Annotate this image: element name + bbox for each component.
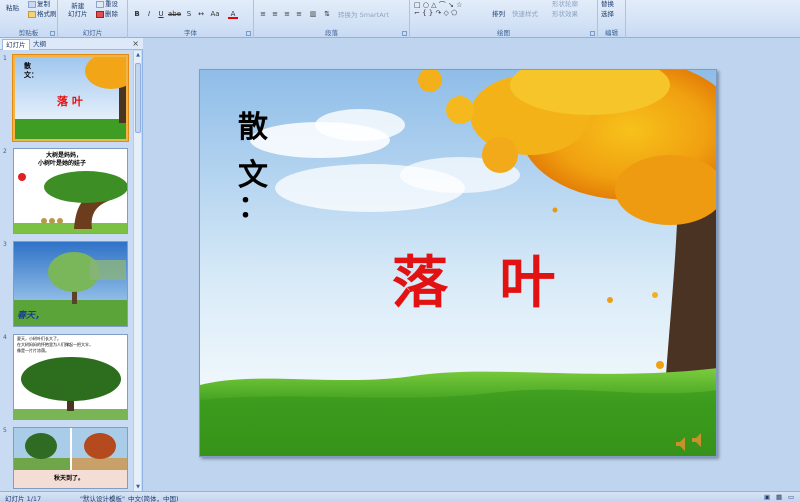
reset-icon [96,0,104,8]
font-color-button[interactable]: A [228,9,238,19]
delete-icon [96,10,104,18]
view-sorter-icon[interactable]: ▦ [776,493,782,501]
clipboard-group: 粘贴 复制 格式刷 剪贴板 [0,0,58,38]
convert-smartart-button[interactable]: 转换为 SmartArt [338,9,389,19]
select-button[interactable]: 选择 [601,8,614,18]
columns-button[interactable]: ▥ [308,9,318,19]
brush-icon [28,10,36,18]
drawing-launcher[interactable] [590,31,595,36]
align-right-button[interactable]: ≡ [282,9,292,19]
scroll-up-icon[interactable]: ▲ [134,51,142,59]
italic-button[interactable]: I [144,9,154,19]
slide-number: 2 [3,148,7,155]
paragraph-label: 段落 [325,29,338,37]
slides-group: 新建 幻灯片 重设 删除 幻灯片 [58,0,128,38]
shape-effect-button[interactable]: 形状效果 [552,8,578,18]
panel-scrollbar[interactable]: ▲ ▼ [133,51,141,491]
new-slide-button[interactable]: 新建 幻灯片 [68,2,88,18]
align-left-button[interactable]: ≡ [258,9,268,19]
slide-thumbnail-1[interactable]: 散文： 落 叶 [13,55,128,141]
copy-button[interactable]: 复制 [28,0,50,8]
editing-group: 替换 选择 编辑 [598,0,626,38]
arrange-button[interactable]: 排列 [492,8,505,18]
language-indicator[interactable]: 中文(简体，中国) [128,493,179,502]
delete-slide-button[interactable]: 删除 [96,8,118,18]
sound-icon[interactable] [674,432,704,452]
slides-label: 幻灯片 [82,29,103,37]
thumbnail-4-line3: 像是一片片凉荫。 [17,348,49,353]
underline-button[interactable]: U [156,9,166,19]
thumbnail-2-line2: 小树叶是她的娃子 [38,160,87,167]
drawing-label: 绘图 [497,29,510,37]
shapes-gallery-row2[interactable]: ⌐ { } ↷ ◇ ⬠ [414,9,457,17]
editing-label: 编辑 [605,29,618,37]
copy-icon [28,0,36,8]
spellcheck-icon[interactable]: ✓ [110,493,115,501]
panel-tabs: 幻灯片 大纲 × [0,38,143,50]
case-button[interactable]: Aa [210,9,220,19]
spacing-button[interactable]: ↔ [196,9,206,19]
close-panel-icon[interactable]: × [132,38,139,50]
shadow-button[interactable]: S [184,9,194,19]
format-painter-button[interactable]: 格式刷 [28,8,57,18]
font-group: B I U abe S ↔ Aa A 字体 [128,0,254,38]
slide-number: 1 [3,55,7,62]
bold-button[interactable]: B [132,9,142,19]
view-normal-icon[interactable]: ▣ [764,493,770,501]
paragraph-group: ≡ ≡ ≡ ≡ ▥ ⇅ 转换为 SmartArt 段落 [254,0,410,38]
paste-button[interactable]: 粘贴 [6,2,19,12]
scroll-down-icon[interactable]: ▼ [134,483,142,491]
slide-workspace: 散 文 ： 落 叶 [144,38,800,491]
drawing-group: □ ○ △ ⌒ ↘ ☆ ⌐ { } ↷ ◇ ⬠ 排列 快速样式 形状轮廓 形状效… [410,0,598,38]
slide-label-char-3[interactable]: ： [238,182,268,226]
slide-label-char-1[interactable]: 散 [238,102,268,146]
thumbnail-1-label: 散文： [24,62,38,79]
ribbon: 粘贴 复制 格式刷 剪贴板 新建 幻灯片 重设 删除 幻灯片 B I U abe… [0,0,800,38]
quick-styles-button[interactable]: 快速样式 [512,8,538,18]
thumbnail-5-text: 秋天到了。 [54,475,85,482]
slide-counter: 幻灯片 1/17 [5,495,42,502]
slide-title[interactable]: 落 叶 [392,238,572,319]
shape-outline-button[interactable]: 形状轮廓 [552,0,578,8]
slide-number: 3 [3,241,7,248]
slide-thumbnail-5[interactable]: 秋天到了。 [13,427,128,489]
clipboard-launcher[interactable] [50,31,55,36]
font-launcher[interactable] [246,31,251,36]
thumbnail-1-title: 落 叶 [57,95,83,108]
slide-thumbnail-3[interactable]: 春天， [13,241,128,327]
paragraph-launcher[interactable] [402,31,407,36]
tab-slides[interactable]: 幻灯片 [2,39,30,50]
slide-thumbnail-4[interactable]: 夏天，小树叶们长大了。 在大树妈妈的怀抱里为人们撑起一把大伞， 像是一片片凉荫。 [13,334,128,420]
replace-button[interactable]: 替换 [601,0,614,8]
current-slide[interactable]: 散 文 ： 落 叶 [199,69,717,457]
thumbnail-3-text: 春天， [17,311,45,321]
justify-button[interactable]: ≡ [294,9,304,19]
clipboard-label: 剪贴板 [18,29,39,37]
status-bar: 幻灯片 1/17 "默认设计模板" ✓ 中文(简体，中国) ▣ ▦ ▭ [0,491,800,502]
slides-panel: 幻灯片 大纲 × 1 散文： 落 叶 2 大树是妈妈， 小树叶是她的娃子 3 春… [0,38,143,491]
reset-button[interactable]: 重设 [96,0,118,8]
font-label: 字体 [184,29,197,37]
slide-number: 5 [3,427,7,434]
theme-name: "默认设计模板" [80,495,125,502]
text-direction-button[interactable]: ⇅ [322,9,332,19]
view-slideshow-icon[interactable]: ▭ [788,493,794,501]
scroll-thumb[interactable] [135,63,141,133]
slide-thumbnail-2[interactable]: 大树是妈妈， 小树叶是她的娃子 [13,148,128,234]
tab-outline[interactable]: 大纲 [30,39,49,50]
strikethrough-button[interactable]: abe [168,9,181,19]
align-center-button[interactable]: ≡ [270,9,280,19]
slide-number: 4 [3,334,7,341]
